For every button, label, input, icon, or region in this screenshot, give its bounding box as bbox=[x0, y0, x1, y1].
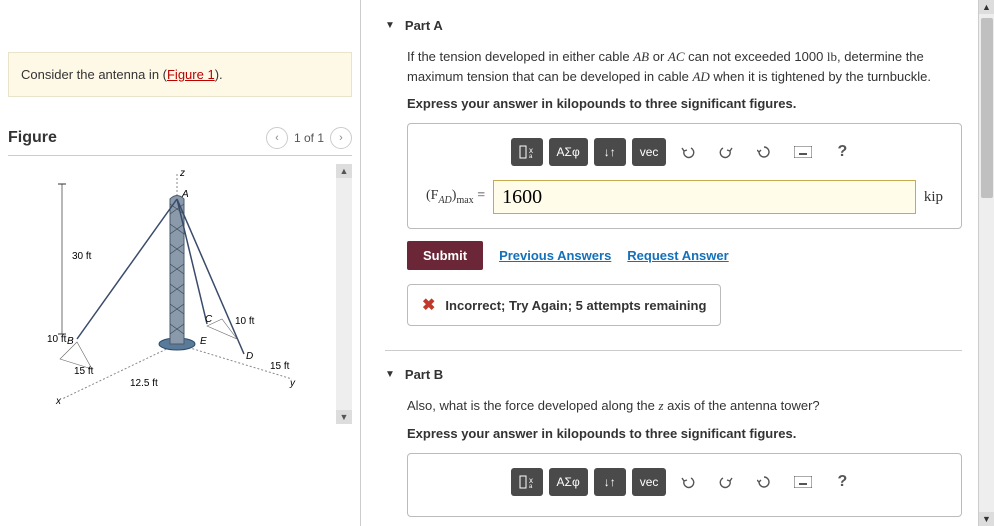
reset-button[interactable] bbox=[748, 468, 780, 496]
figure-title: Figure bbox=[8, 129, 57, 147]
vec-tool-button[interactable]: vec bbox=[632, 138, 667, 166]
undo-button[interactable] bbox=[672, 468, 704, 496]
reset-button[interactable] bbox=[748, 138, 780, 166]
help-button[interactable]: ? bbox=[826, 468, 858, 496]
svg-text:D: D bbox=[246, 351, 253, 362]
page-scrollbar[interactable]: ▲ ▼ bbox=[978, 0, 994, 526]
section-divider bbox=[385, 350, 962, 351]
subscript-tool-button[interactable]: ↓↑ bbox=[594, 138, 626, 166]
svg-text:10 ft: 10 ft bbox=[235, 316, 255, 327]
svg-text:12.5 ft: 12.5 ft bbox=[130, 378, 158, 389]
svg-text:y: y bbox=[289, 378, 296, 389]
collapse-icon[interactable]: ▼ bbox=[385, 369, 395, 380]
problem-prompt: Consider the antenna in (Figure 1). bbox=[8, 52, 352, 97]
redo-button[interactable] bbox=[710, 468, 742, 496]
part-a-instruction: Express your answer in kilopounds to thr… bbox=[407, 96, 962, 111]
svg-text:z: z bbox=[179, 168, 185, 179]
greek-tool-button[interactable]: ΑΣφ bbox=[549, 138, 588, 166]
figure-scrollbar[interactable]: ▲ ▼ bbox=[336, 164, 352, 424]
part-b-section: ▼ Part B Also, what is the force develop… bbox=[385, 357, 962, 517]
svg-text:30 ft: 30 ft bbox=[72, 251, 92, 262]
svg-text:C: C bbox=[205, 314, 213, 325]
part-a-section: ▼ Part A If the tension developed in eit… bbox=[385, 8, 962, 326]
part-a-answer-input[interactable] bbox=[493, 180, 916, 214]
vec-tool-button[interactable]: vec bbox=[632, 468, 667, 496]
svg-text:E: E bbox=[200, 336, 207, 347]
incorrect-icon: ✖ bbox=[422, 295, 435, 315]
figure-prev-button[interactable]: ‹ bbox=[266, 127, 288, 149]
subscript-tool-button[interactable]: ↓↑ bbox=[594, 468, 626, 496]
svg-text:15 ft: 15 ft bbox=[270, 361, 290, 372]
greek-tool-button[interactable]: ΑΣφ bbox=[549, 468, 588, 496]
svg-text:x: x bbox=[55, 396, 62, 407]
template-tool-button[interactable]: xa bbox=[511, 138, 543, 166]
equation-toolbar: xa ΑΣφ ↓↑ vec ? bbox=[426, 138, 943, 166]
redo-button[interactable] bbox=[710, 138, 742, 166]
figure-viewport: z x y A B C D E 30 ft 10 ft 10 ft 15 ft … bbox=[8, 164, 352, 424]
submit-button[interactable]: Submit bbox=[407, 241, 483, 270]
part-b-instruction: Express your answer in kilopounds to thr… bbox=[407, 426, 962, 441]
part-b-title: Part B bbox=[405, 367, 443, 382]
antenna-diagram: z x y A B C D E 30 ft 10 ft 10 ft 15 ft … bbox=[22, 164, 322, 414]
svg-text:15 ft: 15 ft bbox=[74, 366, 94, 377]
previous-answers-link[interactable]: Previous Answers bbox=[499, 248, 611, 263]
figure-next-button[interactable]: › bbox=[330, 127, 352, 149]
keyboard-button[interactable] bbox=[786, 138, 820, 166]
unit-label: kip bbox=[924, 189, 943, 206]
svg-text:B: B bbox=[67, 336, 74, 347]
svg-text:10 ft: 10 ft bbox=[47, 334, 67, 345]
undo-button[interactable] bbox=[672, 138, 704, 166]
collapse-icon[interactable]: ▼ bbox=[385, 20, 395, 31]
feedback-message: ✖ Incorrect; Try Again; 5 attempts remai… bbox=[407, 284, 721, 326]
equation-toolbar: xa ΑΣφ ↓↑ vec ? bbox=[426, 468, 943, 496]
svg-text:A: A bbox=[181, 189, 189, 200]
template-tool-button[interactable]: xa bbox=[511, 468, 543, 496]
part-a-question: If the tension developed in either cable… bbox=[407, 47, 962, 86]
part-a-answer-box: xa ΑΣφ ↓↑ vec ? (FAD)max = bbox=[407, 123, 962, 229]
figure-pager: ‹ 1 of 1 › bbox=[266, 127, 352, 149]
request-answer-link[interactable]: Request Answer bbox=[627, 248, 728, 263]
figure-link[interactable]: Figure 1 bbox=[167, 67, 215, 82]
help-button[interactable]: ? bbox=[826, 138, 858, 166]
keyboard-button[interactable] bbox=[786, 468, 820, 496]
answer-variable-label: (FAD)max = bbox=[426, 188, 485, 206]
part-a-title: Part A bbox=[405, 18, 443, 33]
part-b-answer-box: xa ΑΣφ ↓↑ vec ? bbox=[407, 453, 962, 517]
part-b-question: Also, what is the force developed along … bbox=[407, 396, 962, 416]
